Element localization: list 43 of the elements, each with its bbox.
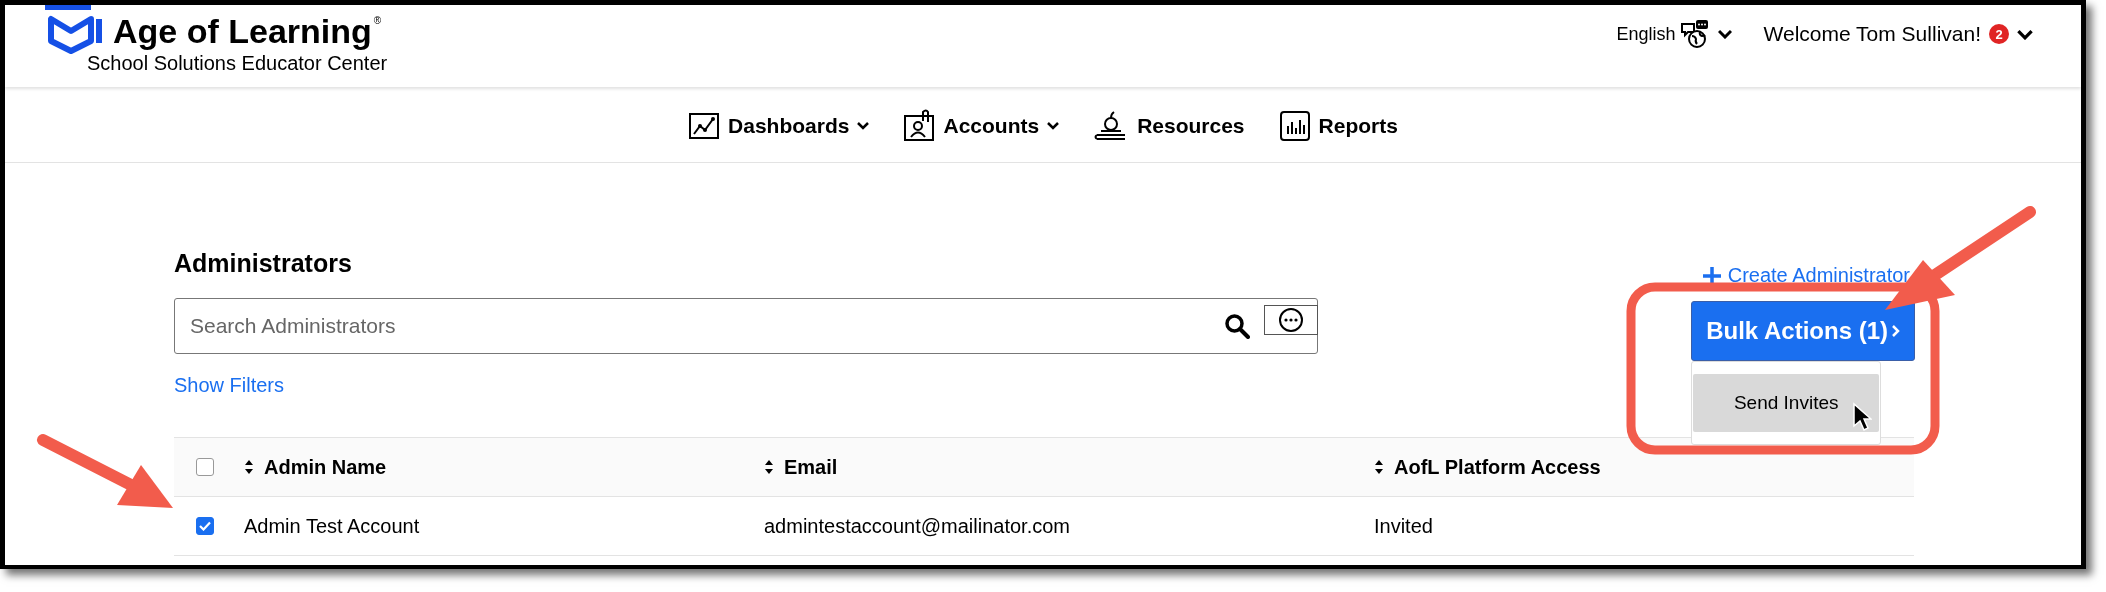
chevron-down-icon[interactable]: [1717, 29, 1732, 39]
id-card-icon[interactable]: [903, 109, 936, 143]
search-field[interactable]: Search Administrators: [175, 314, 1224, 338]
sort-icon[interactable]: [244, 459, 254, 475]
page-title: Administrators: [174, 248, 353, 279]
create-administrator-link[interactable]: Create Administrator: [1701, 264, 1910, 287]
nav-link[interactable]: Dashboards: [728, 114, 850, 138]
nav-link[interactable]: Reports: [1318, 114, 1398, 138]
more-options-button[interactable]: [1264, 305, 1318, 335]
plus-icon[interactable]: [1701, 265, 1722, 286]
menu-item[interactable]: Send Invites: [1693, 374, 1880, 432]
line-chart-icon[interactable]: [688, 110, 721, 142]
chevron-down-icon[interactable]: [857, 122, 870, 130]
search-icon[interactable]: [1224, 313, 1250, 339]
language-label[interactable]: English: [1616, 23, 1676, 45]
bulk-actions-button[interactable]: Bulk Actions (1): [1691, 301, 1915, 361]
notification-badge: 2: [1989, 24, 2009, 44]
column-header[interactable]: Admin Name: [264, 455, 387, 479]
select-all-checkbox[interactable]: [196, 458, 214, 476]
chevron-right-icon[interactable]: [1892, 325, 1900, 337]
show-filters-link[interactable]: Show Filters: [174, 374, 285, 397]
row-checkbox[interactable]: [196, 517, 214, 535]
bar-chart-icon[interactable]: [1278, 110, 1311, 142]
globe-chat-icon[interactable]: [1679, 19, 1710, 49]
nav-link[interactable]: Resources: [1137, 114, 1245, 138]
table-cell: admintestaccount@mailinator.com: [764, 514, 1070, 538]
brand-name: Age of Learning: [113, 11, 372, 51]
chevron-down-icon[interactable]: [2017, 28, 2033, 40]
sort-icon[interactable]: [1374, 459, 1384, 475]
chevron-down-icon[interactable]: [1047, 122, 1060, 130]
column-header[interactable]: AofL Platform Access: [1394, 455, 1601, 479]
more-icon[interactable]: [1278, 307, 1304, 333]
sort-icon[interactable]: [764, 459, 774, 475]
brand-subtitle: School Solutions Educator Center: [87, 51, 388, 75]
registered-mark: ®: [373, 15, 382, 26]
table-cell: Admin Test Account: [244, 514, 420, 538]
column-header[interactable]: Email: [784, 455, 838, 479]
welcome-text[interactable]: Welcome Tom Sullivan!: [1763, 22, 1981, 46]
logo-icon: [43, 5, 103, 55]
search-box[interactable]: Search Administrators: [174, 298, 1318, 354]
cursor-icon: [1852, 402, 1873, 432]
table-cell: Invited: [1374, 514, 1433, 538]
nav-link[interactable]: Accounts: [943, 114, 1040, 138]
